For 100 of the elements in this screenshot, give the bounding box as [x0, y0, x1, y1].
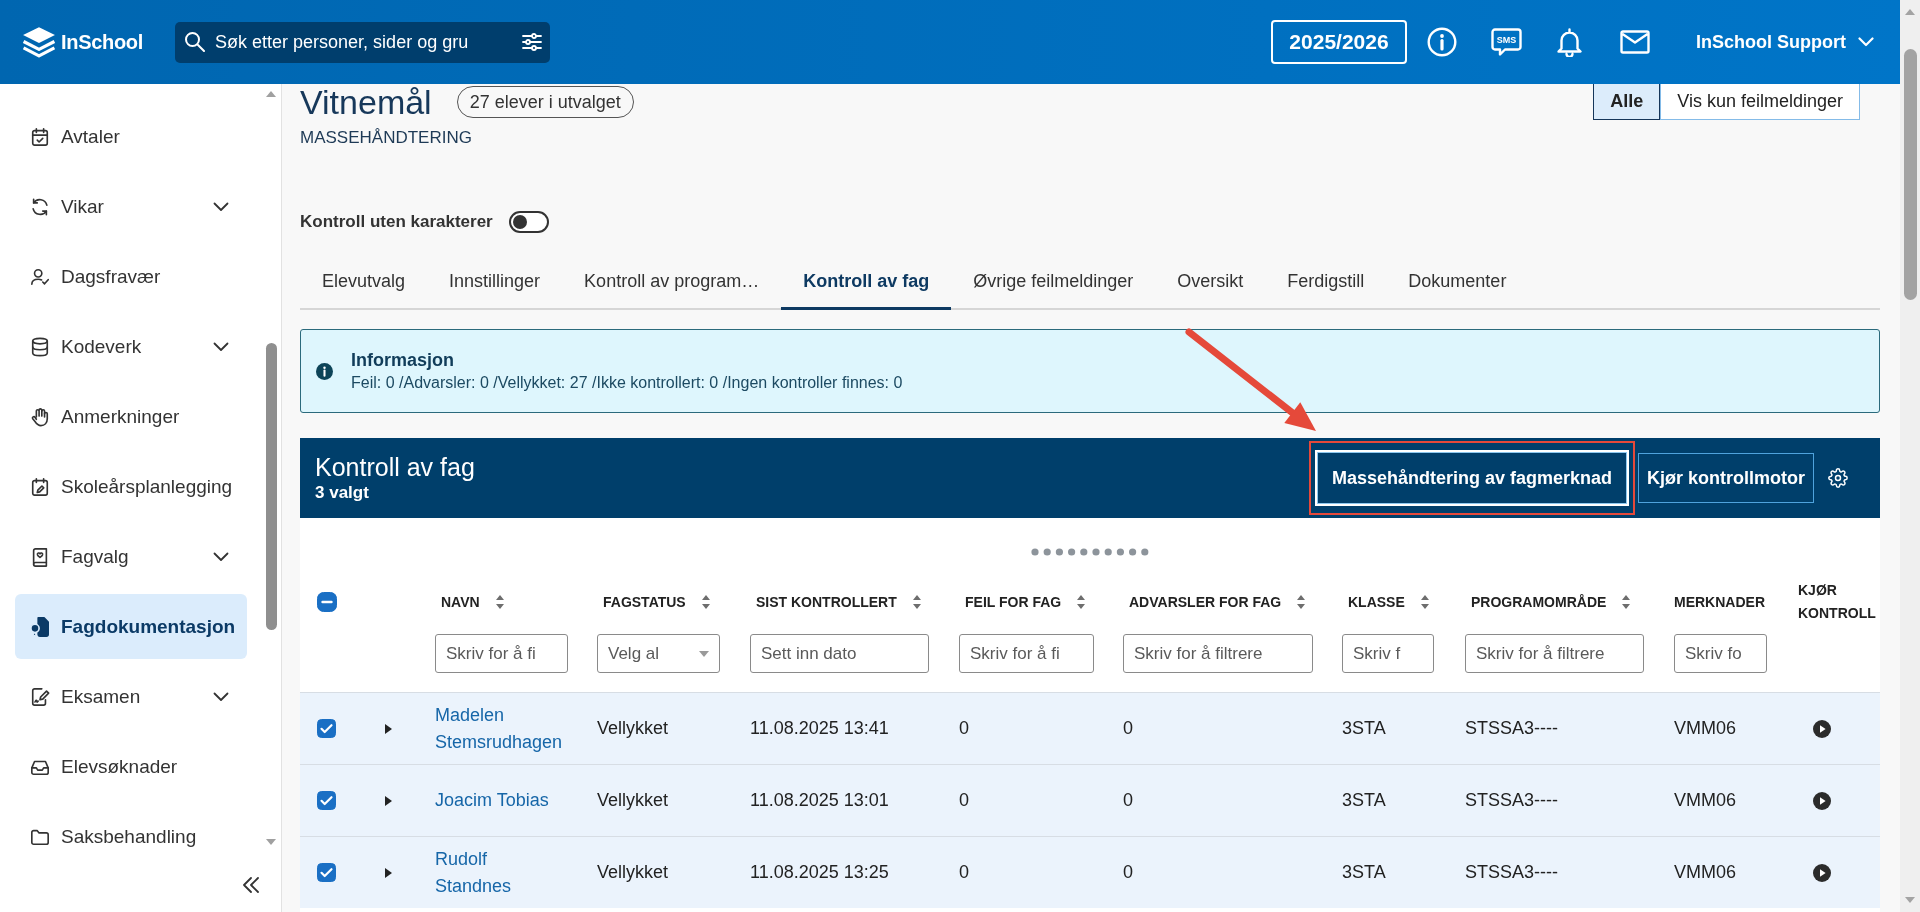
table-row[interactable]: Madelen Stemsrudhagen Vellykket 11.08.2025 13:41 0 0 3STA STSSA3---- VMM06: [300, 692, 1880, 764]
settings-icon[interactable]: [1828, 468, 1848, 488]
filter-input[interactable]: Skriv for å fi: [435, 634, 568, 673]
table-cell: 11.08.2025 13:01: [750, 790, 889, 811]
column-header: ADVARSLER FOR FAG: [1129, 592, 1282, 612]
expand-caret-icon[interactable]: [383, 723, 393, 734]
filter-input[interactable]: Skriv for å filtrere: [1123, 634, 1313, 673]
search-input[interactable]: Søk etter personer, sider og gru: [215, 30, 517, 54]
name-link[interactable]: Madelen Stemsrudhagen: [435, 701, 565, 756]
double-chevron-left-icon[interactable]: [242, 877, 260, 893]
sort-icon[interactable]: [1420, 595, 1429, 609]
sidebar-item[interactable]: Eksamen: [15, 664, 247, 729]
filter-input[interactable]: Skriv fo: [1674, 634, 1767, 673]
tab[interactable]: Innstillinger: [427, 256, 563, 310]
name-link[interactable]: Rudolf Standnes: [435, 845, 565, 900]
table-cell: Vellykket: [597, 790, 669, 811]
mail-icon[interactable]: [1620, 30, 1650, 54]
table-cell: VMM06: [1674, 718, 1736, 739]
table-cell: STSSA3----: [1465, 862, 1558, 883]
filter-input[interactable]: Sett inn dato: [750, 634, 929, 673]
tab[interactable]: Oversikt: [1155, 256, 1266, 310]
sort-icon[interactable]: [701, 595, 710, 609]
sort-icon[interactable]: [912, 595, 921, 609]
sort-icon[interactable]: [1297, 595, 1306, 609]
info-icon[interactable]: [1427, 27, 1457, 57]
sidebar-item[interactable]: Elevsøknader: [15, 734, 247, 799]
tab[interactable]: Ferdigstill: [1265, 256, 1387, 310]
filter-input[interactable]: Skriv f: [1342, 634, 1434, 673]
caret-down-icon: [699, 650, 709, 657]
page-title: Vitnemål: [300, 84, 432, 120]
table-cell: Vellykket: [597, 862, 669, 883]
sidebar-item[interactable]: Skoleårsplanlegging: [15, 454, 247, 519]
scrollbar-thumb[interactable]: [265, 343, 277, 630]
table-cell: 0: [959, 718, 969, 739]
tab[interactable]: Kontroll av program…: [562, 256, 782, 310]
filter-input[interactable]: Skriv for å filtrere: [1465, 634, 1644, 673]
section-subtitle: MASSEHÅNDTERING: [300, 127, 473, 149]
sidebar-item[interactable]: Anmerkninger: [15, 384, 247, 449]
sort-icon[interactable]: [1077, 595, 1086, 609]
filter-input[interactable]: Skriv for å fi: [959, 634, 1094, 673]
row-checkbox[interactable]: [317, 863, 336, 882]
bell-icon[interactable]: [1557, 27, 1582, 57]
tab[interactable]: Øvrige feilmeldinger: [951, 256, 1156, 310]
table-row[interactable]: Joacim Tobias Vellykket 11.08.2025 13:01 0 0 3STA STSSA3---- VMM06: [300, 764, 1880, 836]
row-checkbox[interactable]: [317, 719, 336, 738]
filter-select[interactable]: Velg al: [597, 634, 720, 673]
tab[interactable]: Kontroll av fag: [781, 256, 952, 310]
table-row[interactable]: Rudolf Standnes Vellykket 11.08.2025 13:25 0 0 3STA STSSA3---- VMM06: [300, 836, 1880, 908]
name-link[interactable]: Joacim Tobias: [435, 787, 549, 814]
table-cell: 11.08.2025 13:41: [750, 718, 889, 739]
column-header: NAVN: [441, 592, 480, 612]
refresh-icon: [30, 196, 50, 217]
table-cell: Vellykket: [597, 718, 669, 739]
row-checkbox[interactable]: [317, 791, 336, 810]
view-filter-button[interactable]: Alle: [1593, 84, 1661, 120]
play-button-icon[interactable]: [1813, 719, 1831, 738]
column-header: SIST KONTROLLERT: [756, 592, 897, 612]
table-cell: 0: [1123, 862, 1133, 883]
scroll-down-icon[interactable]: [266, 839, 276, 845]
tab[interactable]: Dokumenter: [1386, 256, 1529, 310]
sidebar-item[interactable]: Fagdokumentasjon: [15, 594, 247, 659]
sidebar-item[interactable]: Vikar: [15, 174, 247, 239]
sliders-icon[interactable]: [522, 33, 543, 51]
table-cell: 3STA: [1342, 718, 1386, 739]
expand-caret-icon[interactable]: [383, 795, 393, 806]
stacked-layers-logo-icon[interactable]: [22, 26, 56, 58]
database-icon: [30, 336, 50, 357]
sidebar-item[interactable]: Fagvalg: [15, 524, 247, 589]
table-cell: 3STA: [1342, 790, 1386, 811]
sidebar-item[interactable]: Kodeverk: [15, 314, 247, 379]
logo-text[interactable]: InSchool: [61, 30, 144, 54]
sms-button[interactable]: SMS: [1491, 27, 1522, 57]
sidebar-item[interactable]: Dagsfravær: [15, 244, 247, 309]
table-cell: VMM06: [1674, 790, 1736, 811]
table-cell: 0: [959, 790, 969, 811]
scrollbar-thumb[interactable]: [1903, 49, 1917, 300]
signature-document-icon: [30, 686, 50, 707]
action-button[interactable]: Massehåndtering av fagmerknad: [1314, 450, 1629, 506]
play-button-icon[interactable]: [1813, 791, 1831, 810]
action-button[interactable]: Kjør kontrollmotor: [1638, 453, 1814, 503]
info-title: Informasjon: [351, 349, 454, 372]
toggle-switch[interactable]: [508, 211, 549, 233]
user-menu-button[interactable]: InSchool Support: [1696, 31, 1874, 53]
sidebar-item[interactable]: Saksbehandling: [15, 804, 247, 858]
person-check-icon: [30, 266, 50, 287]
table-cell: STSSA3----: [1465, 718, 1558, 739]
table-cell: 0: [1123, 790, 1133, 811]
view-filter-button[interactable]: Vis kun feilmeldinger: [1660, 84, 1860, 120]
sort-icon[interactable]: [495, 595, 504, 609]
info-text: Feil: 0 /Advarsler: 0 /Vellykket: 27 /Ikke kontrollert: 0 /Ingen kontroller finnes: 0: [351, 373, 903, 393]
expand-caret-icon[interactable]: [383, 867, 393, 878]
select-all-checkbox[interactable]: [317, 592, 337, 612]
search-field[interactable]: Søk etter personer, sider og gru: [175, 21, 551, 63]
scroll-up-icon[interactable]: [266, 91, 276, 97]
table-cell: STSSA3----: [1465, 790, 1558, 811]
tab[interactable]: Elevutvalg: [300, 256, 428, 310]
sidebar-item[interactable]: Avtaler: [15, 104, 247, 169]
sort-icon[interactable]: [1622, 595, 1631, 609]
school-year-button[interactable]: 2025/2026: [1271, 20, 1407, 64]
play-button-icon[interactable]: [1813, 863, 1831, 882]
